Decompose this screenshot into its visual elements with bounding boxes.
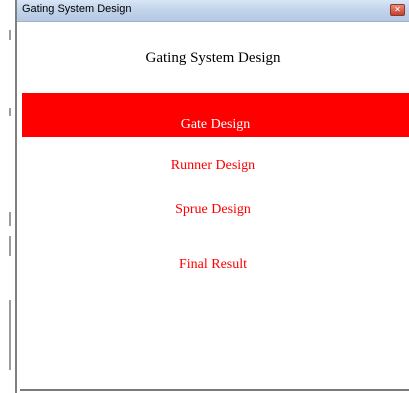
menu-item-final-result[interactable]: Final Result [17, 257, 409, 273]
desktop-background [0, 0, 15, 393]
window-bottom-border [20, 389, 409, 391]
title-bar[interactable]: Gating System Design ✕ [17, 0, 409, 22]
menu-item-sprue-design[interactable]: Sprue Design [17, 202, 409, 218]
page-title: Gating System Design [145, 50, 281, 66]
window-title: Gating System Design [22, 3, 132, 15]
menu-item-runner-design[interactable]: Runner Design [17, 158, 409, 174]
app-window: Gating System Design ✕ Gating System Des… [15, 0, 409, 393]
menu-item-gate-design[interactable]: Gate Design [22, 93, 409, 137]
desktop-edge-marks [0, 0, 15, 393]
close-icon: ✕ [394, 5, 401, 14]
close-button[interactable]: ✕ [390, 4, 405, 16]
